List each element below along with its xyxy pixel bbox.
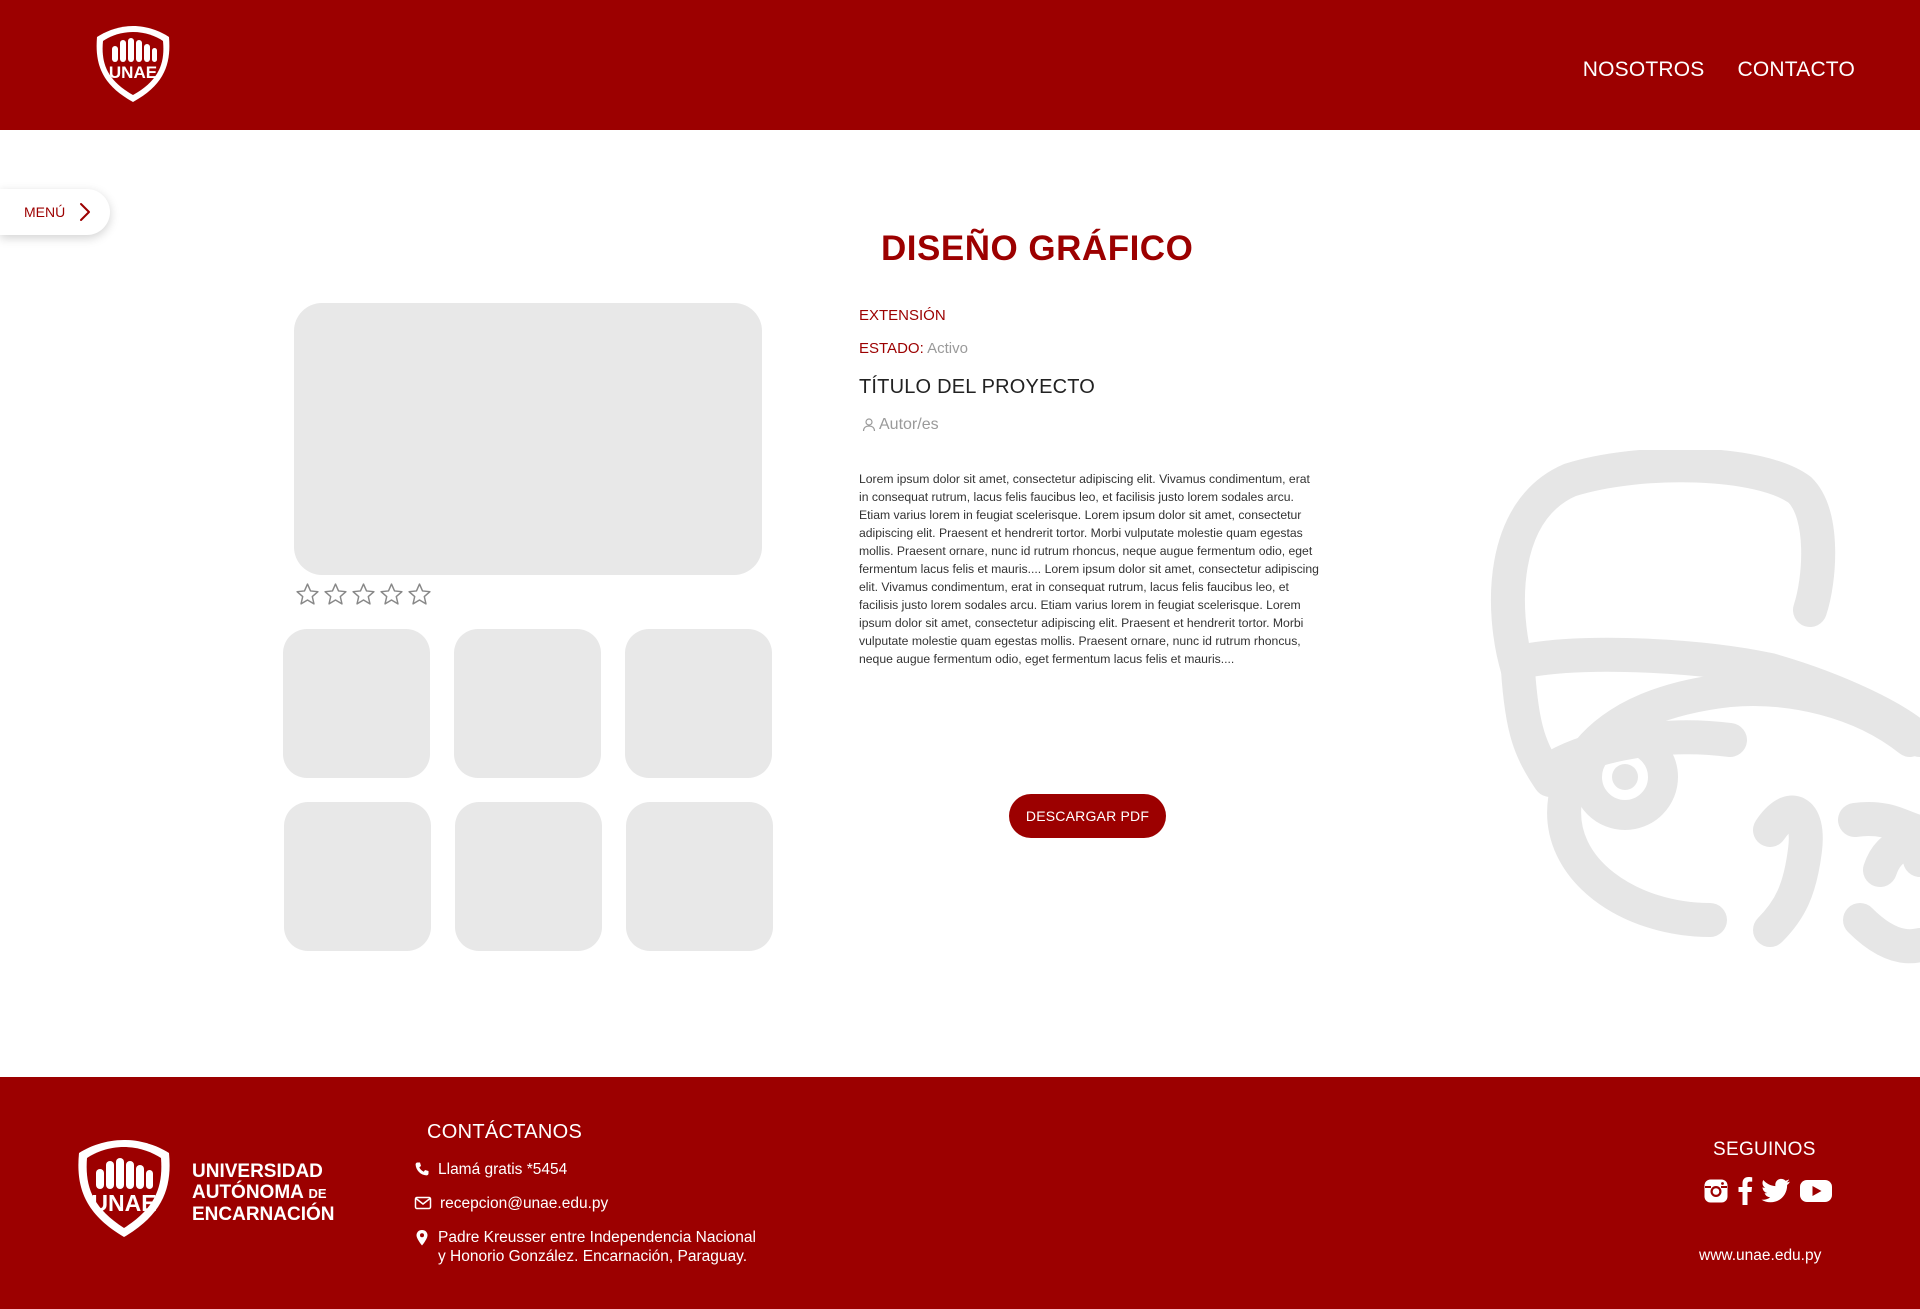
site-footer: UNAE UNIVERSIDAD AUTÓNOMA DE ENCARNACIÓN… (0, 1077, 1920, 1309)
extension-label: EXTENSIÓN (859, 307, 946, 324)
youtube-icon[interactable] (1799, 1178, 1833, 1204)
address-line1: Padre Kreusser entre Independencia Nacio… (438, 1229, 756, 1246)
estado-row: ESTADO: Activo (859, 340, 968, 357)
thumbnail[interactable] (454, 629, 601, 778)
facebook-icon[interactable] (1737, 1176, 1753, 1206)
unae-logo[interactable]: UNAE (90, 22, 176, 106)
phone-text: Llamá gratis *5454 (438, 1161, 568, 1178)
thumbnail[interactable] (626, 802, 773, 951)
thumbnail[interactable] (283, 629, 430, 778)
nav-nosotros[interactable]: NOSOTROS (1583, 58, 1705, 82)
nav-contacto[interactable]: CONTACTO (1738, 58, 1856, 82)
instagram-icon[interactable] (1703, 1178, 1729, 1204)
star-icon[interactable] (295, 582, 320, 607)
page-title: DISEÑO GRÁFICO (881, 229, 1194, 268)
thumbnail[interactable] (625, 629, 772, 778)
site-header: UNAE NOSOTROS CONTACTO (0, 0, 1920, 130)
contact-phone[interactable]: Llamá gratis *5454 (414, 1160, 567, 1179)
website-link[interactable]: www.unae.edu.py (1699, 1247, 1821, 1265)
email-text: recepcion@unae.edu.py (440, 1195, 609, 1212)
user-icon (862, 418, 876, 432)
menu-toggle[interactable]: MENÚ (0, 189, 110, 235)
university-name-line3: ENCARNACIÓN (192, 1204, 335, 1225)
university-name-line1: UNIVERSIDAD (192, 1161, 323, 1182)
estado-label: ESTADO: (859, 340, 924, 357)
estado-value: Activo (927, 340, 968, 357)
university-name: UNIVERSIDAD AUTÓNOMA DE ENCARNACIÓN (192, 1161, 352, 1225)
follow-title: SEGUINOS (1713, 1139, 1816, 1160)
project-description: Lorem ipsum dolor sit amet, consectetur … (859, 472, 1319, 666)
thumbnail[interactable] (455, 802, 602, 951)
address-line2: y Honorio González. Encarnación, Paragua… (438, 1248, 748, 1265)
authors-text: Autor/es (879, 416, 939, 433)
contact-address: Padre Kreusser entre Independencia Nacio… (414, 1228, 756, 1266)
svg-text:UNAE: UNAE (109, 63, 157, 82)
svg-text:UNAE: UNAE (91, 1190, 156, 1216)
mail-icon (414, 1196, 432, 1210)
contact-title: CONTÁCTANOS (427, 1121, 583, 1143)
project-title: TÍTULO DEL PROYECTO (859, 376, 1096, 398)
star-icon[interactable] (379, 582, 404, 607)
download-pdf-button[interactable]: DESCARGAR PDF (1009, 794, 1166, 838)
social-links (1703, 1176, 1833, 1206)
menu-label: MENÚ (24, 204, 66, 220)
thumbnail[interactable] (284, 802, 431, 951)
main-image-placeholder[interactable] (294, 303, 762, 575)
twitter-icon[interactable] (1761, 1178, 1791, 1204)
location-icon (416, 1230, 428, 1246)
decorative-graphic (1490, 450, 1920, 964)
university-name-line2: AUTÓNOMA DE (192, 1182, 327, 1203)
contact-email[interactable]: recepcion@unae.edu.py (414, 1194, 608, 1213)
star-icon[interactable] (323, 582, 348, 607)
chevron-right-icon (80, 203, 91, 221)
phone-icon (415, 1162, 429, 1176)
authors: Autor/es (861, 416, 939, 434)
star-rating (295, 582, 432, 607)
star-icon[interactable] (351, 582, 376, 607)
star-icon[interactable] (407, 582, 432, 607)
main-nav: NOSOTROS CONTACTO (1583, 58, 1855, 82)
